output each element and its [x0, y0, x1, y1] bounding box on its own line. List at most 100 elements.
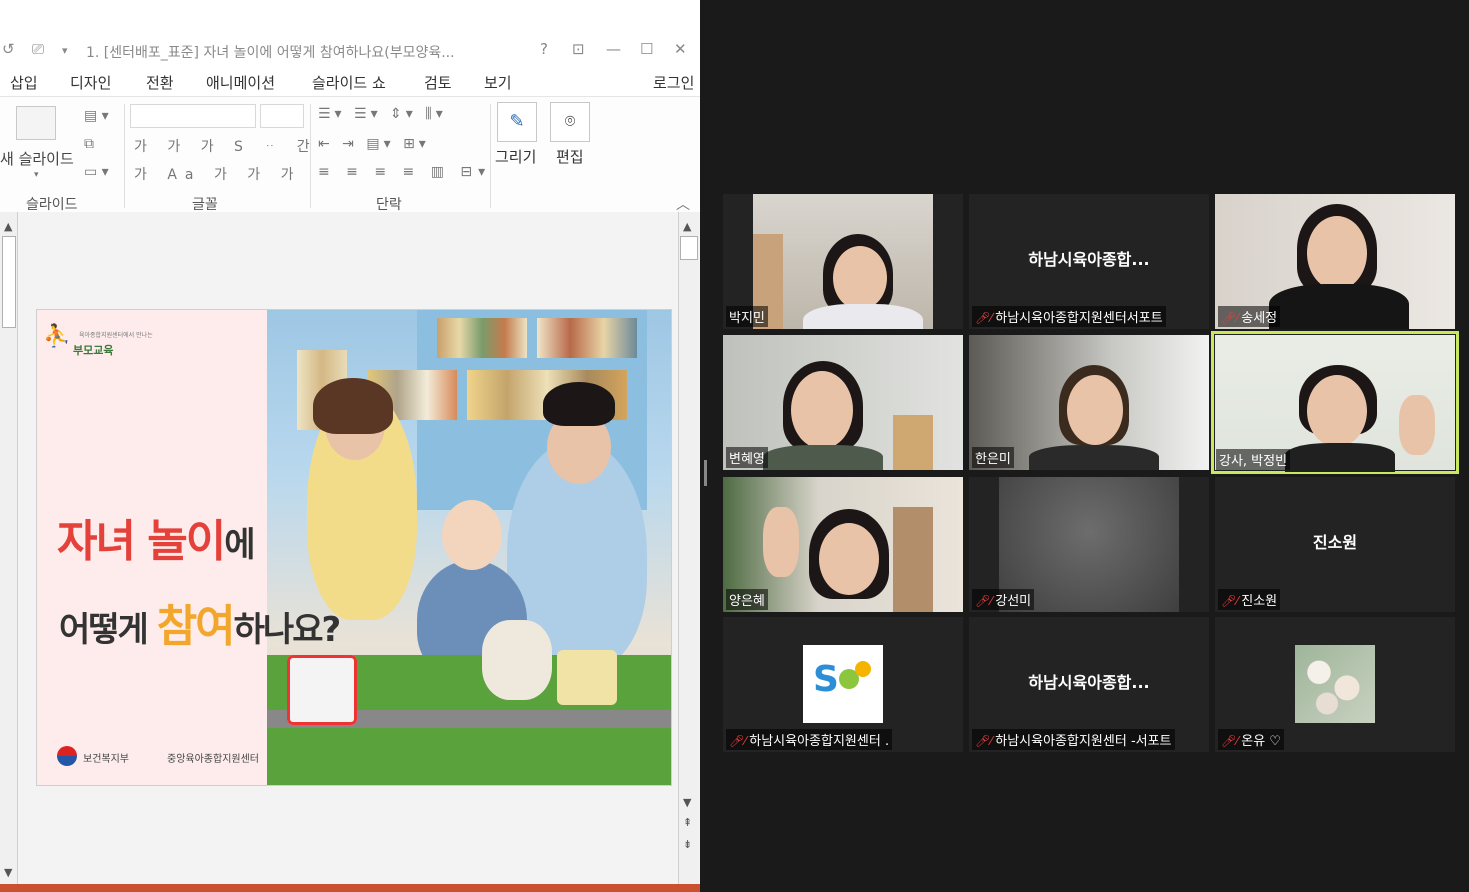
participant-tile[interactable]: 🎤︎⁄ 온유 ♡ — [1215, 617, 1455, 752]
reset-icon[interactable]: ⧉ — [84, 136, 94, 152]
collapse-ribbon-icon[interactable]: ︿ — [676, 194, 690, 214]
flowers-avatar — [1295, 645, 1375, 723]
muted-mic-icon: 🎤︎⁄ — [1221, 734, 1239, 748]
layout-icon[interactable]: ▤ ▾ — [84, 108, 109, 124]
font-name-box[interactable] — [130, 104, 256, 128]
underline-button[interactable]: 가 — [201, 139, 222, 155]
shadow-button[interactable]: S — [234, 139, 251, 155]
government-seal-icon — [57, 746, 77, 766]
scroll-up-icon[interactable]: ▲ — [683, 220, 691, 233]
participant-name: 한은미 — [972, 447, 1014, 468]
participant-tile[interactable]: 🎤︎⁄ 송세정 — [1215, 194, 1455, 329]
new-slide-icon[interactable] — [16, 106, 56, 140]
edit-button[interactable]: 편집 — [556, 146, 584, 167]
slideshow-icon[interactable]: ⎚ — [32, 40, 44, 58]
tab-slideshow[interactable]: 슬라이드 쇼 — [312, 72, 386, 93]
draw-button[interactable]: 그리기 — [495, 146, 536, 167]
list-buttons[interactable]: ☰▾ ☰▾ ⇕▾ ⫼▾ — [318, 106, 447, 122]
logo-icon: ⛹ — [43, 324, 71, 349]
participant-name: 변혜영 — [726, 447, 768, 468]
participant-name: 🎤︎⁄ 진소원 — [1218, 589, 1281, 610]
title-bar: ↺ ⎚ ▾ 1. [센터배포_표준] 자녀 놀이에 어떻게 참여하나요(부모양육… — [0, 34, 700, 68]
slide-canvas[interactable]: 육아종합지원센터에서 만나는 ⛹ 부모교육 자녀 놀이에 어떻게 참여하나요? … — [36, 309, 672, 786]
slide-title-line2: 어떻게 참여하나요? — [59, 601, 341, 652]
muted-mic-icon: 🎤︎⁄ — [975, 594, 993, 608]
ribbon-separator — [310, 104, 311, 208]
new-slide-label[interactable]: 새 슬라이드 — [0, 148, 74, 169]
tab-animations[interactable]: 애니메이션 — [206, 72, 275, 93]
clear-format-button[interactable]: 가 — [281, 167, 302, 183]
participant-tile[interactable]: S 🎤︎⁄ 하남시육아종합지원센터 . — [723, 617, 963, 752]
status-bar — [0, 884, 700, 892]
muted-mic-icon: 🎤︎⁄ — [975, 734, 993, 748]
participant-tile[interactable]: 🎤︎⁄ 강선미 — [969, 477, 1209, 612]
footer-ministry: 보건복지부 — [83, 754, 129, 765]
powerpoint-window: ↺ ⎚ ▾ 1. [센터배포_표준] 자녀 놀이에 어떻게 참여하나요(부모양육… — [0, 0, 700, 892]
ribbon-display-icon[interactable]: ⊡ — [572, 40, 585, 58]
tab-view[interactable]: 보기 — [484, 72, 512, 93]
participant-display-name: 하남시육아종합... — [1028, 250, 1150, 269]
scroll-up-icon[interactable]: ▲ — [4, 220, 12, 233]
next-slide-icon[interactable]: ⇟ — [683, 838, 692, 851]
group-label-font: 글꼴 — [192, 197, 218, 213]
participant-name: 🎤︎⁄ 송세정 — [1218, 306, 1281, 327]
participant-name: 박지민 — [726, 306, 768, 327]
muted-mic-icon: 🎤︎⁄ — [729, 734, 747, 748]
participant-tile[interactable]: 박지민 — [723, 194, 963, 329]
align-buttons[interactable]: ≡ ≡ ≡ ≡ ▥ ⊟▾ — [318, 164, 491, 180]
shrink-font-button[interactable]: 가 — [247, 167, 268, 183]
change-case-button[interactable]: Aa — [167, 167, 201, 183]
tab-transitions[interactable]: 전환 — [146, 72, 174, 93]
ribbon-separator — [124, 104, 125, 208]
participant-tile[interactable]: 진소원 🎤︎⁄ 진소원 — [1215, 477, 1455, 612]
font-color-button[interactable]: 가 — [134, 167, 155, 183]
font-format-row2[interactable]: 가 Aa 가 가 가 — [134, 164, 302, 184]
participant-name: 🎤︎⁄ 하남시육아종합지원센터 -서포트 — [972, 729, 1175, 750]
quick-access-dropdown-icon[interactable]: ▾ — [62, 44, 68, 57]
participant-display-name: 하남시육아종합... — [1028, 673, 1150, 692]
bold-button[interactable]: 가 — [134, 139, 155, 155]
thumbnail-scroll-thumb[interactable] — [2, 236, 16, 328]
ribbon-tabs: 삽입 디자인 전환 애니메이션 슬라이드 쇼 검토 보기 로그인 — [0, 68, 700, 96]
section-icon[interactable]: ▭ ▾ — [84, 164, 109, 180]
footer-center: 중앙육아종합지원센터 — [167, 754, 259, 765]
participant-display-name: 진소원 — [1312, 533, 1358, 552]
font-size-box[interactable] — [260, 104, 304, 128]
participant-tile[interactable]: 하남시육아종합... 🎤︎⁄ 하남시육아종합지원센터서포트 — [969, 194, 1209, 329]
indent-buttons[interactable]: ⇤ ⇥ ▤▾ ⊞▾ — [318, 136, 430, 152]
tab-design[interactable]: 디자인 — [70, 72, 111, 93]
slide-title-line1: 자녀 놀이에 — [57, 516, 256, 567]
vertical-scrollbar[interactable] — [678, 212, 699, 884]
login-link[interactable]: 로그인 — [653, 72, 694, 93]
scroll-down-icon[interactable]: ▼ — [683, 796, 691, 809]
scroll-thumb[interactable] — [680, 236, 698, 260]
draw-icon[interactable]: ✎ — [497, 102, 537, 142]
previous-slide-icon[interactable]: ⇞ — [683, 816, 692, 829]
char-spacing-button[interactable]: 간 — [297, 139, 318, 155]
maximize-button[interactable]: ☐ — [640, 40, 653, 58]
spacing-button[interactable]: ᆢ — [263, 139, 284, 155]
participant-tile[interactable]: 한은미 — [969, 335, 1209, 470]
minimize-button[interactable]: — — [606, 40, 621, 58]
participant-tile-active[interactable]: 강사, 박정빈 — [1211, 331, 1459, 474]
italic-button[interactable]: 가 — [167, 139, 188, 155]
participant-tile[interactable]: 변혜영 — [723, 335, 963, 470]
participant-tile[interactable]: 하남시육아종합... 🎤︎⁄ 하남시육아종합지원센터 -서포트 — [969, 617, 1209, 752]
participant-tile[interactable]: 양은혜 — [723, 477, 963, 612]
new-slide-dropdown-icon[interactable]: ▾ — [34, 170, 39, 180]
grow-font-button[interactable]: 가 — [214, 167, 235, 183]
scroll-down-icon[interactable]: ▼ — [4, 866, 12, 879]
muted-mic-icon: 🎤︎⁄ — [975, 311, 993, 325]
group-label-paragraph: 단락 — [376, 197, 402, 213]
close-button[interactable]: ✕ — [674, 40, 687, 58]
muted-mic-icon: 🎤︎⁄ — [1221, 311, 1239, 325]
binoculars-icon[interactable]: ⌾ — [550, 102, 590, 142]
tab-insert[interactable]: 삽입 — [10, 72, 38, 93]
font-format-row1[interactable]: 가 가 가 S ᆢ 간 — [134, 136, 318, 156]
help-button[interactable]: ? — [540, 40, 548, 58]
family-photo — [267, 310, 671, 785]
center-logo-avatar: S — [803, 645, 883, 723]
tab-review[interactable]: 검토 — [424, 72, 452, 93]
pane-splitter[interactable] — [704, 460, 707, 486]
redo-icon[interactable]: ↺ — [2, 40, 15, 58]
